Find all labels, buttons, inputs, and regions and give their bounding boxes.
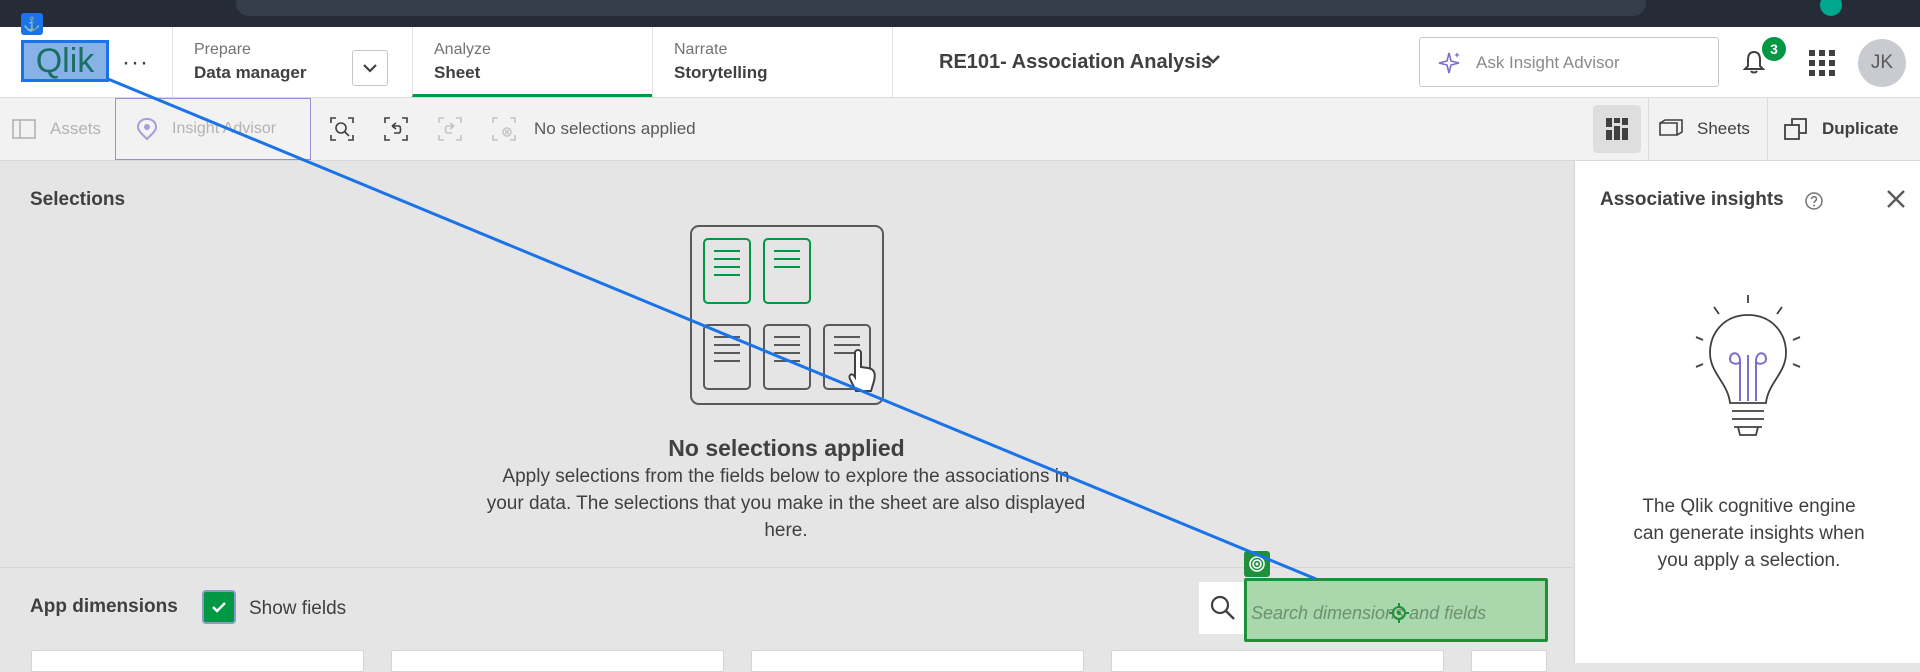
app-name[interactable]: RE101- Association Analysis — [939, 51, 1212, 74]
dimension-card[interactable] — [1471, 650, 1547, 672]
close-icon[interactable] — [1885, 188, 1907, 210]
insight-advisor-button[interactable]: Insight Advisor — [115, 98, 311, 160]
search-icon[interactable] — [1199, 582, 1247, 634]
selections-status: No selections applied — [534, 119, 696, 138]
chevron-down-icon[interactable] — [1203, 49, 1223, 69]
target-icon — [1244, 551, 1270, 577]
duplicate-label: Duplicate — [1822, 119, 1899, 138]
no-selections-illustration — [690, 225, 884, 405]
search-placeholder: Search dimensions and fields — [1251, 603, 1487, 623]
duplicate-icon — [1784, 118, 1807, 140]
selections-title: Selections — [30, 189, 126, 210]
associative-insights-title: Associative insights — [1600, 189, 1784, 210]
duplicate-button[interactable]: Duplicate — [1767, 98, 1920, 160]
anchor-icon: ⚓ — [21, 13, 43, 35]
nav-narrate[interactable]: Narrate Storytelling — [652, 27, 892, 97]
top-navigation: Qlik ⚓ ··· Prepare Data manager Analyze … — [0, 13, 1920, 98]
crosshair-icon — [1389, 603, 1409, 623]
insight-advisor-label: Insight Advisor — [172, 120, 277, 137]
nav-analyze[interactable]: Analyze Sheet — [412, 27, 652, 97]
help-icon[interactable] — [1804, 191, 1824, 211]
lightbulb-icon — [1695, 295, 1801, 436]
nav-divider — [892, 27, 893, 97]
dimension-card[interactable] — [1111, 650, 1444, 672]
dimension-card[interactable] — [751, 650, 1084, 672]
search-dimensions-input[interactable]: Search dimensions and fields — [1244, 578, 1548, 642]
step-back-icon[interactable] — [384, 117, 408, 141]
app-dimensions-title: App dimensions — [30, 596, 178, 617]
sheet-layout-button[interactable] — [1593, 105, 1641, 153]
sheet-toolbar: Assets Insight Advisor No selections app… — [0, 98, 1920, 161]
smart-search-icon[interactable] — [330, 117, 354, 141]
apps-grid-icon[interactable] — [1809, 50, 1835, 76]
clear-selections-icon[interactable] — [492, 117, 516, 141]
step-forward-icon[interactable] — [438, 117, 462, 141]
assets-button[interactable]: Assets — [12, 98, 101, 160]
profile-icon[interactable] — [1820, 0, 1842, 16]
no-selections-title: No selections applied — [668, 435, 905, 461]
nav-analyze-label: Analyze — [434, 41, 491, 58]
associative-insights-panel: Associative insights The Qlik cognitive … — [1574, 161, 1920, 663]
ask-insight-advisor-input[interactable]: Ask Insight Advisor — [1419, 37, 1719, 87]
address-bar[interactable] — [236, 0, 1646, 16]
panel-icon — [12, 119, 36, 139]
sheets-icon — [1659, 119, 1683, 136]
assets-label: Assets — [50, 119, 102, 138]
chevron-down-icon — [363, 64, 377, 73]
show-fields-label: Show fields — [249, 598, 347, 619]
qlik-logo[interactable]: Qlik — [21, 40, 109, 82]
show-fields-checkbox[interactable] — [202, 590, 236, 624]
sheets-label: Sheets — [1697, 119, 1750, 138]
dimension-card[interactable] — [391, 650, 724, 672]
logo-text: Qlik — [35, 41, 95, 80]
prepare-dropdown-button[interactable] — [352, 50, 388, 86]
nav-narrate-label: Narrate — [674, 41, 728, 58]
browser-toolbar — [0, 0, 1920, 27]
sparkle-icon — [1438, 52, 1460, 74]
selections-panel: Selections No selections applied Apply s… — [0, 161, 1573, 568]
nav-analyze-value: Sheet — [434, 63, 481, 82]
insight-advisor-icon — [136, 117, 158, 141]
layout-grid-icon — [1606, 118, 1628, 140]
no-selections-description: Apply selections from the fields below t… — [486, 466, 1086, 541]
ask-insight-placeholder: Ask Insight Advisor — [1476, 53, 1620, 72]
more-horizontal-icon[interactable]: ··· — [122, 49, 149, 77]
notification-badge: 3 — [1760, 35, 1788, 63]
app-dimensions-bar: App dimensions Show fields Search dimens… — [0, 551, 1573, 672]
sheets-button[interactable]: Sheets — [1648, 98, 1766, 160]
nav-narrate-value: Storytelling — [674, 63, 768, 82]
checkmark-icon — [212, 602, 226, 613]
associative-insights-text: The Qlik cognitive engine can generate i… — [1633, 496, 1865, 571]
dimension-card[interactable] — [31, 650, 364, 672]
user-avatar[interactable]: JK — [1858, 39, 1906, 87]
